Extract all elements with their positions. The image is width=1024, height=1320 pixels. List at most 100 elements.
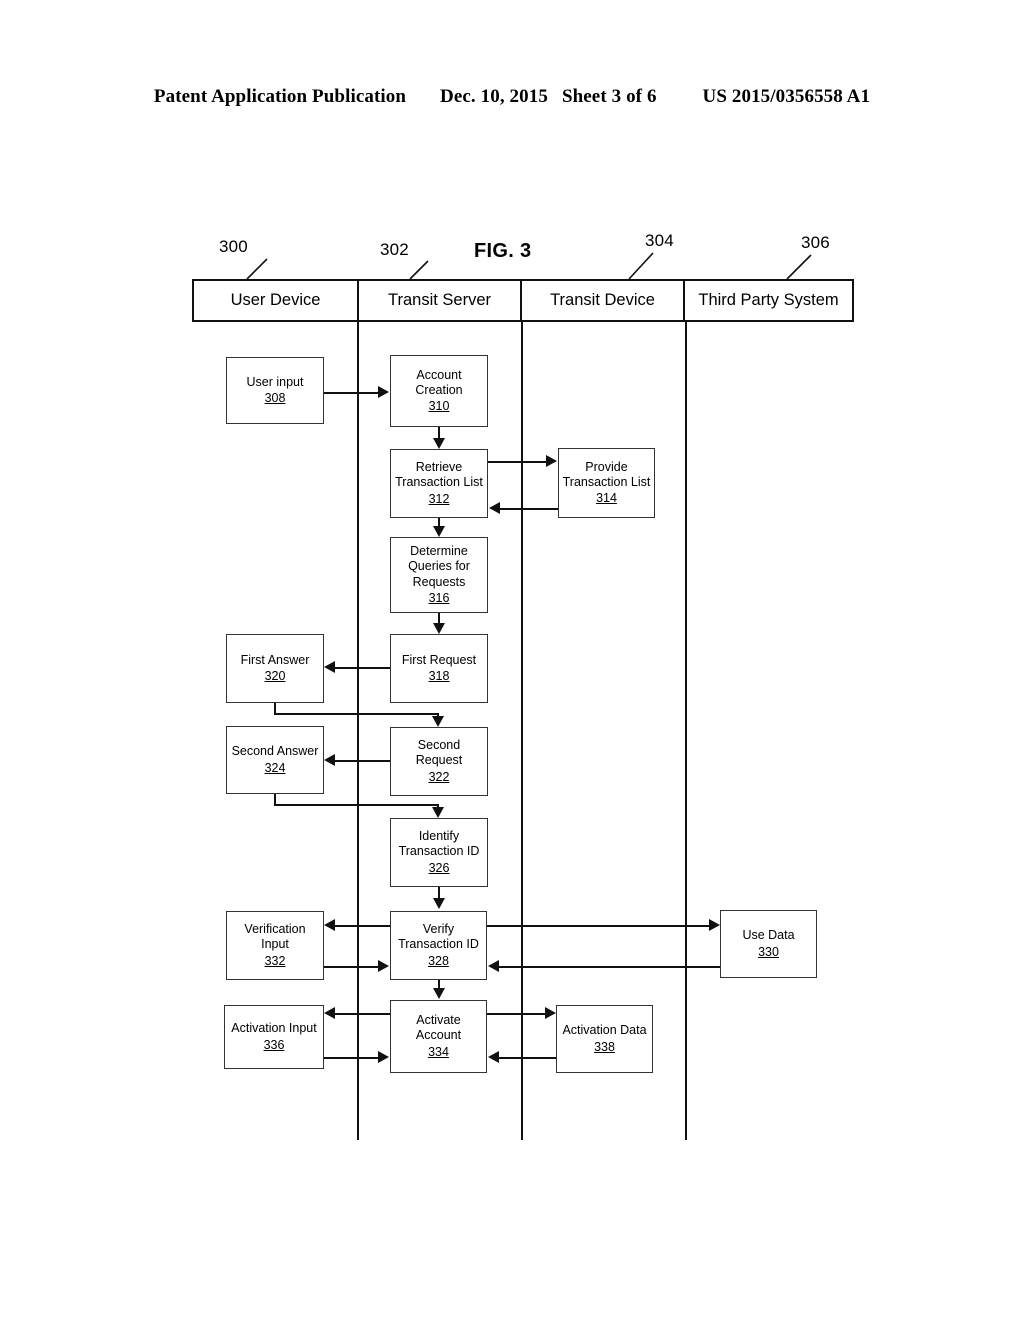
connector-308-to-310	[324, 392, 380, 394]
node-label: Activation Data	[562, 1023, 647, 1038]
connector-332-to-328	[324, 966, 380, 968]
connector-312-to-314	[488, 461, 550, 463]
node-ref-number: 316	[428, 590, 450, 605]
connector-320-to-322-h	[274, 713, 439, 715]
arrowhead-324-to-326	[432, 807, 444, 818]
lane-divider-3	[685, 322, 687, 1140]
swimlane-header-third-party-system: Third Party System	[698, 291, 839, 309]
node-ref-number: 330	[758, 944, 779, 959]
node-label: Provide Transaction List	[562, 459, 651, 489]
arrowhead-314-to-312	[489, 502, 500, 514]
node-label: Second Request	[415, 738, 463, 768]
node-retrieve-transaction-list[interactable]: Retrieve Transaction List 312	[390, 449, 488, 518]
node-ref-number: 318	[428, 669, 450, 683]
node-ref-number: 338	[594, 1039, 615, 1054]
publication-number: US 2015/0356558 A1	[702, 86, 871, 107]
node-verify-transaction-id[interactable]: Verify Transaction ID 328	[390, 911, 487, 980]
connector-324-to-326-h	[274, 804, 439, 806]
connector-318-to-320	[333, 667, 390, 669]
arrowhead-326-to-328	[433, 898, 445, 909]
swimlane-header-bar: User Device Transit Server Transit Devic…	[192, 279, 854, 322]
lane-divider-2	[521, 322, 523, 1140]
node-account-creation[interactable]: Account Creation 310	[390, 355, 488, 427]
node-label: Identify Transaction ID	[398, 829, 480, 859]
node-label: Retrieve Transaction List	[395, 460, 483, 490]
swimlane-header-user-device: User Device	[194, 281, 359, 320]
node-ref-number: 310	[428, 399, 450, 414]
arrowhead-318-to-320	[324, 661, 335, 673]
node-label: Verification Input	[244, 922, 306, 952]
node-ref-number: 324	[264, 760, 286, 775]
node-first-request[interactable]: First Request 318	[390, 634, 488, 703]
ref-numeral-300: 300	[219, 237, 248, 256]
arrowhead-328-to-330	[709, 919, 720, 931]
publication-date: Dec. 10, 2015	[440, 86, 548, 107]
node-identify-transaction-id[interactable]: Identify Transaction ID 326	[390, 818, 488, 887]
arrowhead-334-to-338	[545, 1007, 556, 1019]
connector-334-to-338	[487, 1013, 549, 1015]
node-use-data[interactable]: Use Data 330	[720, 910, 817, 978]
node-ref-number: 332	[264, 953, 286, 968]
patent-figure-page: Patent Application Publication Dec. 10, …	[0, 0, 1024, 1320]
arrowhead-316-to-318	[433, 623, 445, 634]
sheet-number: Sheet 3 of 6	[561, 86, 657, 107]
patent-running-header: Patent Application Publication Dec. 10, …	[0, 86, 1024, 108]
node-determine-queries-for-requests[interactable]: Determine Queries for Requests 316	[390, 537, 488, 613]
node-user-input[interactable]: User input 308	[226, 357, 324, 424]
publication-title: Patent Application Publication	[153, 86, 407, 107]
connector-330-to-328	[497, 966, 720, 968]
ref-numeral-306: 306	[801, 233, 830, 252]
connector-338-to-334	[497, 1057, 556, 1059]
leader-line-306	[786, 254, 812, 280]
arrowhead-308-to-310	[378, 386, 389, 398]
arrowhead-334-to-336	[324, 1007, 335, 1019]
connector-336-to-334	[324, 1057, 380, 1059]
arrowhead-338-to-334	[488, 1051, 499, 1063]
ref-numeral-302: 302	[380, 240, 409, 259]
node-label: Activation Input	[231, 1021, 317, 1036]
node-ref-number: 336	[263, 1037, 285, 1052]
arrowhead-332-to-328	[378, 960, 389, 972]
connector-322-to-324	[333, 760, 390, 762]
connector-314-to-312	[498, 508, 558, 510]
node-ref-number: 322	[428, 769, 450, 784]
arrowhead-320-to-322	[432, 716, 444, 727]
node-provide-transaction-list[interactable]: Provide Transaction List 314	[558, 448, 655, 518]
arrowhead-336-to-334	[378, 1051, 389, 1063]
connector-328-to-330	[487, 925, 713, 927]
ref-numeral-304: 304	[645, 231, 674, 250]
node-label: Verify Transaction ID	[398, 922, 479, 952]
node-second-request[interactable]: Second Request 322	[390, 727, 488, 796]
node-label: Use Data	[742, 928, 795, 943]
arrowhead-310-to-312	[433, 438, 445, 449]
node-activation-data[interactable]: Activation Data 338	[556, 1005, 653, 1073]
swimlane-header-transit-device: Transit Device	[522, 281, 686, 320]
node-ref-number: 308	[264, 391, 286, 405]
arrowhead-312-to-316	[433, 526, 445, 537]
node-activation-input[interactable]: Activation Input 336	[224, 1005, 324, 1069]
node-ref-number: 314	[596, 491, 617, 506]
node-label: First Answer	[240, 652, 310, 667]
connector-328-to-332	[333, 925, 390, 927]
node-verification-input[interactable]: Verification Input 332	[226, 911, 324, 980]
node-activate-account[interactable]: Activate Account 334	[390, 1000, 487, 1073]
node-label: Account Creation	[415, 367, 463, 397]
node-second-answer[interactable]: Second Answer 324	[226, 726, 324, 794]
arrowhead-330-to-328	[488, 960, 499, 972]
leader-line-304	[628, 252, 654, 280]
connector-334-to-336	[333, 1013, 390, 1015]
leader-line-302	[409, 260, 429, 280]
node-ref-number: 312	[428, 491, 450, 506]
node-ref-number: 326	[428, 860, 450, 875]
arrowhead-328-to-334	[433, 988, 445, 999]
connector-316-to-318	[438, 613, 440, 623]
node-ref-number: 320	[264, 669, 286, 683]
node-first-answer[interactable]: First Answer 320	[226, 634, 324, 703]
node-ref-number: 328	[428, 953, 449, 968]
arrowhead-312-to-314	[546, 455, 557, 467]
node-label: Second Answer	[231, 744, 319, 759]
node-ref-number: 334	[428, 1044, 449, 1059]
leader-line-300	[246, 258, 268, 280]
node-label: User input	[246, 374, 304, 389]
node-label: First Request	[401, 652, 477, 667]
